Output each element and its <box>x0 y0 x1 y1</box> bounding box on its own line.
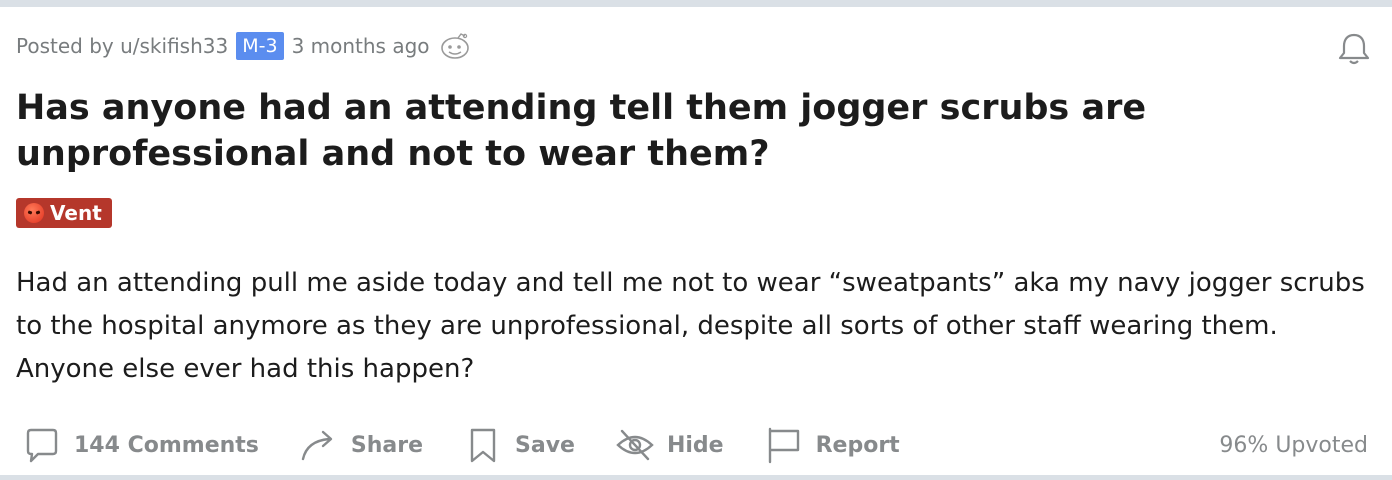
hide-button[interactable]: Hide <box>615 419 724 471</box>
save-button[interactable]: Save <box>463 419 575 471</box>
report-icon <box>768 427 799 464</box>
angry-face-icon <box>24 203 44 223</box>
hide-label: Hide <box>666 432 724 458</box>
report-label: Report <box>815 432 900 458</box>
report-button[interactable]: Report <box>764 419 900 471</box>
post-actions: 144 Comments Share Save Hide Report 96% … <box>22 419 1372 471</box>
post-body-line: to the hospital anymore as they are unpr… <box>16 311 1278 341</box>
post-time[interactable]: 3 months ago <box>292 34 430 58</box>
upvote-percentage: 96% Upvoted <box>1219 432 1368 458</box>
comment-icon <box>26 428 58 463</box>
share-button[interactable]: Share <box>299 419 423 471</box>
posted-by-link[interactable]: Posted by u/skifish33 <box>16 34 228 58</box>
post-body: Had an attending pull me aside today and… <box>16 262 1376 391</box>
post-title[interactable]: Has anyone had an attending tell them jo… <box>16 85 1346 177</box>
save-icon <box>470 428 496 463</box>
post-body-line: Had an attending pull me aside today and… <box>16 268 1365 298</box>
post-card[interactable]: Posted by u/skifish33 M-3 3 months ago H… <box>0 7 1392 475</box>
bell-icon[interactable] <box>1334 29 1374 69</box>
comments-button[interactable]: 144 Comments <box>22 419 259 471</box>
save-label: Save <box>515 432 575 458</box>
user-flair: M-3 <box>236 32 284 60</box>
post-meta: Posted by u/skifish33 M-3 3 months ago <box>16 29 472 63</box>
comments-label: 144 Comments <box>74 432 259 458</box>
share-icon <box>301 430 333 461</box>
share-label: Share <box>350 432 424 458</box>
post-body-line: Anyone else ever had this happen? <box>16 354 475 384</box>
hide-icon <box>616 429 654 461</box>
post-flair-label: Vent <box>50 201 102 225</box>
snoo-avatar-icon <box>440 33 469 59</box>
post-flair[interactable]: Vent <box>16 198 112 228</box>
